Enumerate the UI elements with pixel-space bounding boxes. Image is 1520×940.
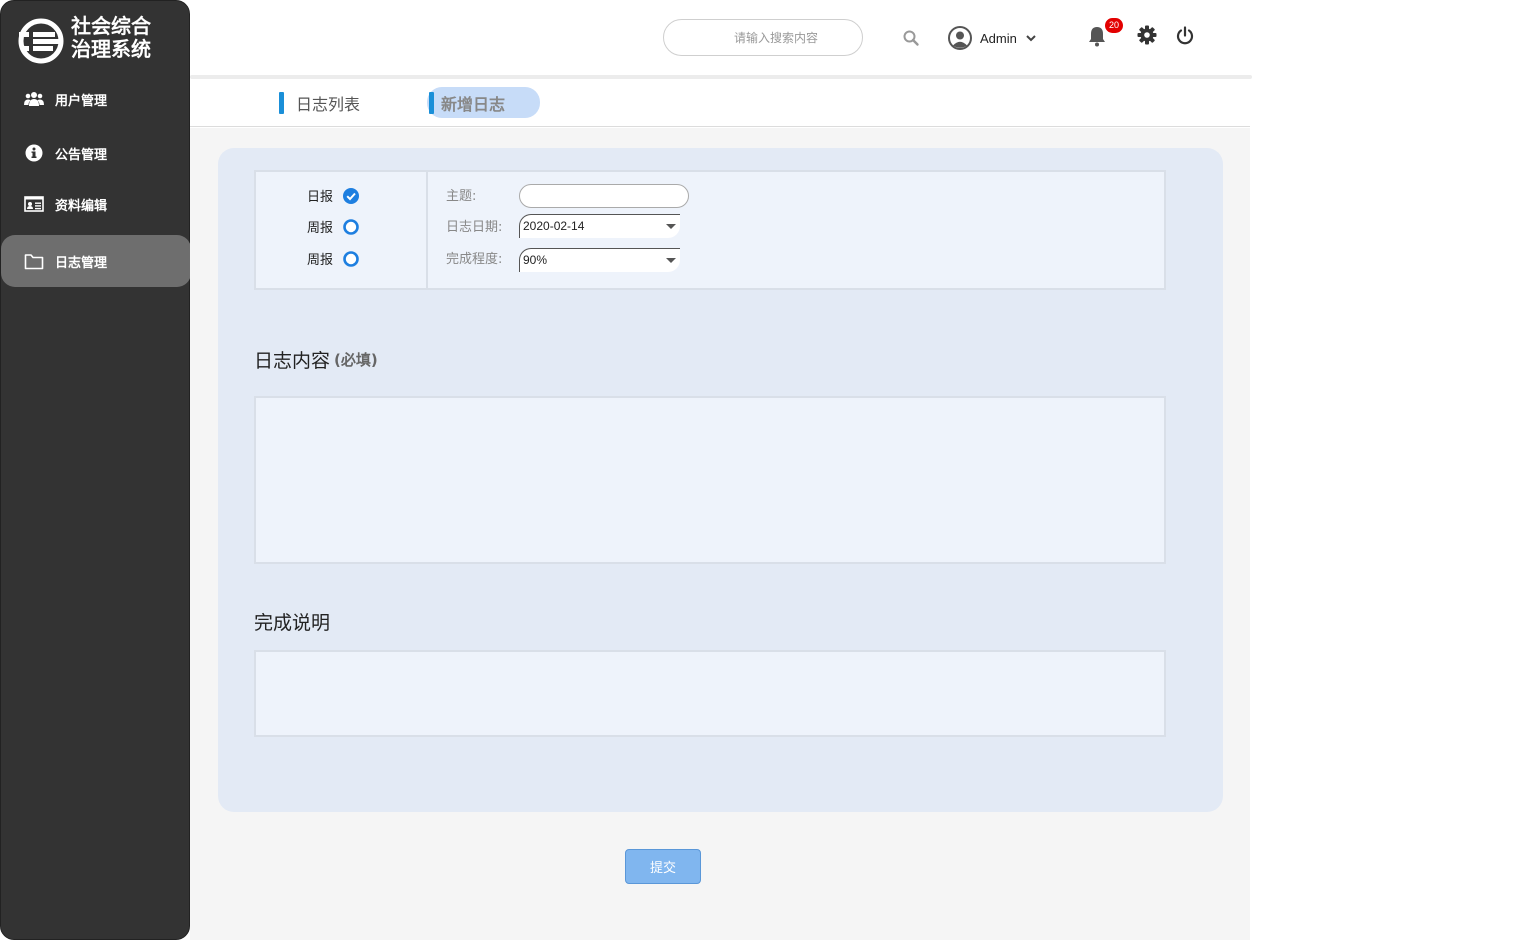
progress-select[interactable]: 90% <box>519 248 680 272</box>
date-value: 2020-02-14 <box>523 219 585 233</box>
tab-indicator <box>279 91 284 114</box>
notification-badge: 20 <box>1105 18 1123 33</box>
bell-icon[interactable] <box>1087 25 1107 47</box>
sidebar-item-label: 日志管理 <box>55 255 108 271</box>
log-meta-box: 日报 周报 周报 主题: 日志日期: 2020-02-14 完成程度: 90% <box>254 170 1166 290</box>
subject-label: 主题: <box>446 189 477 204</box>
completion-textarea[interactable] <box>254 650 1166 737</box>
logo-text: 社会综合 治理系统 <box>71 15 151 61</box>
id-card-icon <box>24 194 44 214</box>
tab-add-log[interactable]: 新增日志 <box>427 87 540 118</box>
caret-down-icon <box>666 258 676 263</box>
radio-label: 周报 <box>307 253 334 268</box>
date-select[interactable]: 2020-02-14 <box>519 214 680 238</box>
required-hint: (必填) <box>334 351 378 369</box>
avatar-icon <box>948 26 972 50</box>
logo-line-2: 治理系统 <box>71 37 151 61</box>
sidebar-item-logs[interactable]: 日志管理 <box>1 235 191 287</box>
content-section-title: 日志内容 (必填) <box>254 346 378 373</box>
tab-log-list[interactable]: 日志列表 <box>279 87 360 118</box>
submit-button[interactable]: 提交 <box>625 849 701 884</box>
tab-label: 日志列表 <box>296 94 361 114</box>
folder-icon <box>24 251 44 271</box>
info-icon <box>24 143 44 163</box>
sidebar-item-users[interactable]: 用户管理 <box>1 73 191 125</box>
sidebar: 社会综合 治理系统 用户管理 公告管理 资料编辑 日志管理 <box>0 0 191 940</box>
logo-line-1: 社会综合 <box>71 14 151 38</box>
progress-label: 完成程度: <box>446 252 503 267</box>
log-form-card: 日报 周报 周报 主题: 日志日期: 2020-02-14 完成程度: 90% … <box>218 148 1223 812</box>
gear-icon[interactable] <box>1137 25 1157 45</box>
content-textarea[interactable] <box>254 396 1166 564</box>
radio-unchecked-icon <box>343 250 359 267</box>
username: Admin <box>980 30 1017 46</box>
tab-indicator <box>429 91 434 114</box>
sidebar-item-notices[interactable]: 公告管理 <box>1 127 191 179</box>
tab-label: 新增日志 <box>441 94 506 114</box>
completion-title: 完成说明 <box>254 612 331 634</box>
radio-label: 周报 <box>307 221 334 236</box>
caret-down-icon <box>666 224 676 229</box>
report-type-group: 日报 周报 周报 <box>256 172 428 288</box>
tab-bar: 日志列表 新增日志 <box>190 79 1250 127</box>
content-title: 日志内容 <box>254 350 331 372</box>
power-icon[interactable] <box>1175 26 1195 46</box>
search-input[interactable] <box>663 19 863 56</box>
date-label: 日志日期: <box>446 220 503 235</box>
chevron-down-icon <box>1026 35 1036 42</box>
radio-unchecked-icon <box>343 218 359 235</box>
completion-section-title: 完成说明 <box>254 608 330 635</box>
search-icon[interactable] <box>902 29 920 47</box>
logo-mark-icon <box>18 18 64 64</box>
users-icon <box>24 89 44 109</box>
radio-label: 日报 <box>307 190 334 205</box>
radio-checked-icon <box>343 187 359 204</box>
sidebar-item-label: 公告管理 <box>55 147 108 163</box>
top-header: Admin 20 <box>190 0 1250 76</box>
report-type-daily[interactable]: 日报 <box>307 186 359 205</box>
report-type-weekly[interactable]: 周报 <box>307 217 359 236</box>
report-type-weekly-2[interactable]: 周报 <box>307 249 359 268</box>
app-root: 社会综合 治理系统 用户管理 公告管理 资料编辑 日志管理 请输入搜索内容 Ad… <box>0 0 1520 940</box>
main-content: 日报 周报 周报 主题: 日志日期: 2020-02-14 完成程度: 90% … <box>190 128 1250 940</box>
user-menu[interactable]: Admin <box>948 25 1037 51</box>
progress-value: 90% <box>523 253 548 267</box>
sidebar-item-label: 资料编辑 <box>55 198 108 214</box>
sidebar-item-profile-edit[interactable]: 资料编辑 <box>1 178 191 230</box>
subject-input[interactable] <box>519 184 689 208</box>
sidebar-item-label: 用户管理 <box>55 93 108 109</box>
app-logo[interactable]: 社会综合 治理系统 <box>15 13 185 69</box>
